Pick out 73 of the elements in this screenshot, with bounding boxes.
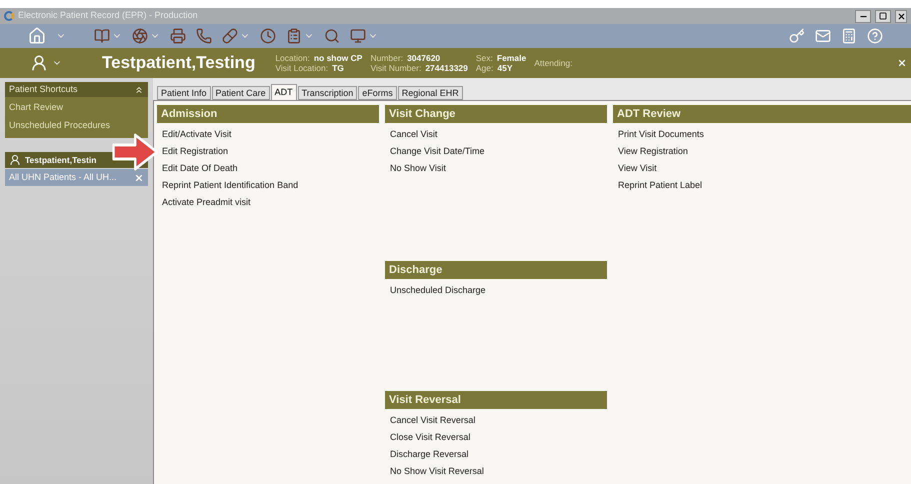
- maximize-icon: [879, 12, 887, 20]
- patient-list-label: All UHN Patients - All UH...: [9, 170, 117, 184]
- tab[interactable]: ADT: [270, 84, 297, 100]
- section-header: Visit Reversal: [385, 391, 607, 409]
- tab[interactable]: Transcription: [298, 86, 358, 100]
- window-title: Electronic Patient Record (EPR) - Production: [18, 9, 199, 22]
- field-value: 274413329: [425, 63, 468, 73]
- field-label: Visit Number:: [370, 63, 422, 73]
- action-link[interactable]: View Registration: [613, 145, 693, 158]
- aperture-icon[interactable]: [132, 28, 148, 44]
- home-button[interactable]: [28, 27, 46, 45]
- section-header: Discharge: [385, 261, 607, 279]
- field-value: TG: [332, 63, 344, 73]
- clock-icon[interactable]: [260, 28, 276, 44]
- collapse-button[interactable]: [134, 84, 144, 94]
- close-icon[interactable]: [134, 172, 144, 182]
- maximize-button[interactable]: [875, 10, 891, 22]
- action-link[interactable]: Reprint Patient Identification Band: [157, 179, 304, 192]
- action-link[interactable]: Cancel Visit Reversal: [385, 414, 480, 427]
- tab[interactable]: Patient Care: [212, 86, 270, 100]
- minimize-button[interactable]: [855, 10, 871, 22]
- field-value: 45Y: [497, 63, 512, 73]
- mail-icon[interactable]: [815, 28, 831, 44]
- search-icon[interactable]: [324, 28, 340, 44]
- action-link[interactable]: Activate Preadmit visit: [157, 196, 256, 209]
- book-icon[interactable]: [94, 28, 110, 44]
- person-icon: [30, 54, 48, 72]
- close-icon[interactable]: [897, 58, 907, 68]
- printer-icon[interactable]: [170, 28, 186, 44]
- field-label: Sex:: [476, 53, 493, 63]
- action-link[interactable]: Edit Registration: [157, 145, 234, 158]
- action-link[interactable]: Close Visit Reversal: [385, 431, 476, 444]
- close-icon: [896, 12, 906, 20]
- field-value: no show CP: [314, 53, 362, 63]
- app-logo-icon: [4, 11, 14, 21]
- field-value: 3047620: [407, 53, 440, 63]
- action-link[interactable]: Unscheduled Discharge: [385, 284, 491, 297]
- action-link[interactable]: Change Visit Date/Time: [385, 145, 490, 158]
- shortcut-link[interactable]: Chart Review: [5, 101, 148, 114]
- action-link[interactable]: Discharge Reversal: [385, 448, 474, 461]
- tab[interactable]: eForms: [358, 86, 397, 100]
- action-link[interactable]: View Visit: [613, 162, 662, 175]
- calculator-icon[interactable]: [841, 28, 857, 44]
- person-icon: [9, 154, 21, 166]
- field-label: Number:: [370, 53, 404, 63]
- help-icon[interactable]: [867, 28, 883, 44]
- action-link[interactable]: Reprint Patient Label: [613, 179, 708, 192]
- phone-icon[interactable]: [196, 28, 212, 44]
- action-link[interactable]: No Show Visit Reversal: [385, 465, 489, 478]
- patient-home-button[interactable]: [30, 54, 62, 72]
- close-button[interactable]: [895, 10, 907, 22]
- monitor-icon[interactable]: [350, 28, 366, 44]
- field-label: Visit Location:: [275, 63, 328, 73]
- field-label: Attending:: [534, 58, 572, 68]
- action-link[interactable]: Edit/Activate Visit: [157, 128, 236, 141]
- pill-icon[interactable]: [222, 28, 238, 44]
- action-link[interactable]: Edit Date Of Death: [157, 162, 243, 175]
- section-header: ADT Review: [613, 105, 911, 123]
- clipboard-icon[interactable]: [286, 28, 302, 44]
- section-header: Visit Change: [385, 105, 607, 123]
- field-label: Age:: [476, 63, 494, 73]
- tab[interactable]: Patient Info: [157, 86, 211, 100]
- panel-title: Patient Shortcuts: [9, 82, 78, 96]
- action-link[interactable]: Cancel Visit: [385, 128, 442, 141]
- key-icon[interactable]: [789, 28, 805, 44]
- field-label: Location:: [275, 53, 310, 63]
- tab[interactable]: Regional EHR: [398, 86, 463, 100]
- patient-tab-name: Testpatient,Testin: [25, 154, 96, 166]
- action-link[interactable]: Print Visit Documents: [613, 128, 709, 141]
- field-value: Female: [496, 53, 526, 63]
- section-header: Admission: [157, 105, 379, 123]
- action-link[interactable]: No Show Visit: [385, 162, 451, 175]
- patient-name: Testpatient,Testing: [102, 52, 256, 74]
